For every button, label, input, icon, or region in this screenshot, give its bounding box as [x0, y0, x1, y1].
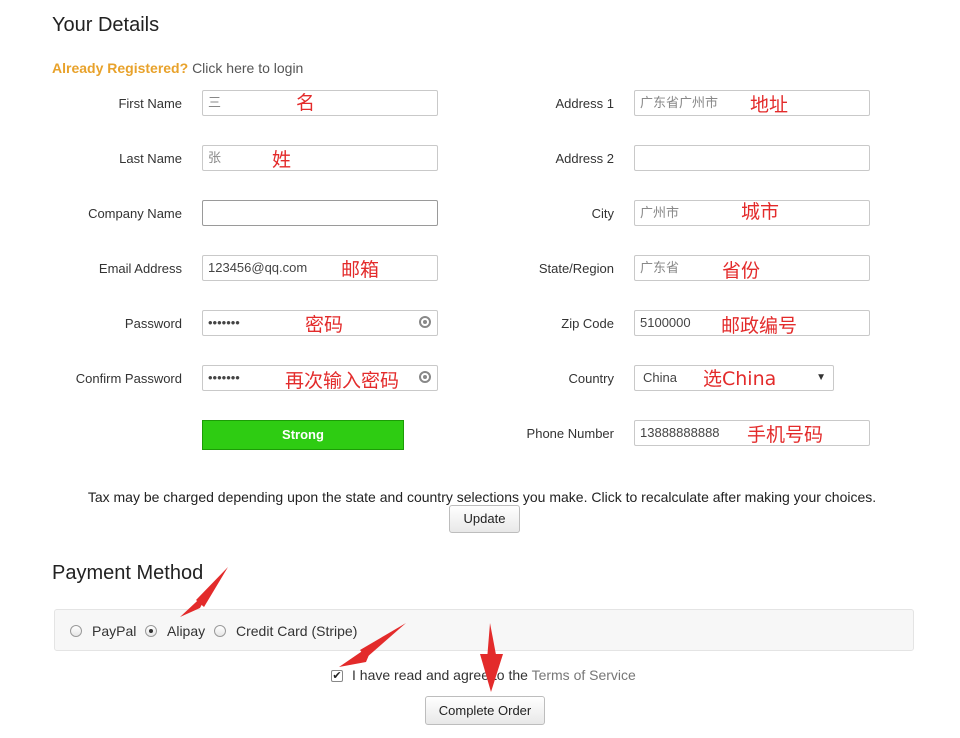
city-label: City [591, 206, 614, 221]
radio-alipay[interactable] [145, 625, 157, 637]
login-link[interactable]: Click here to login [192, 60, 303, 76]
address2-input[interactable] [634, 145, 870, 171]
last-name-annotation: 姓 [272, 149, 292, 171]
address2-label: Address 2 [555, 151, 614, 166]
password-annotation: 密码 [305, 314, 344, 336]
password-reveal-icon[interactable] [419, 316, 431, 328]
first-name-annotation: 名 [296, 92, 316, 114]
terms-text: I have read and agree to the [352, 667, 528, 683]
first-name-value: 三 [208, 95, 222, 110]
last-name-label: Last Name [119, 151, 182, 166]
address1-value: 广东省广州市 [640, 95, 719, 110]
last-name-value: 张 [208, 150, 222, 165]
radio-paypal[interactable] [70, 625, 82, 637]
phone-label: Phone Number [526, 426, 614, 441]
email-annotation: 邮箱 [341, 259, 380, 281]
section-title-payment: Payment Method [52, 562, 204, 584]
address1-label: Address 1 [555, 96, 614, 111]
confirm-password-value: ••••••• [208, 370, 240, 385]
state-label: State/Region [538, 261, 614, 276]
country-value: China [643, 370, 677, 385]
confirm-password-label: Confirm Password [75, 371, 182, 386]
state-value: 广东省 [640, 260, 680, 275]
last-name-input[interactable]: 张 [202, 145, 438, 171]
first-name-input[interactable]: 三 [202, 90, 438, 116]
phone-value: 13888888888 [640, 425, 720, 440]
radio-credit-card[interactable] [214, 625, 226, 637]
terms-statement: I have read and agree to the Terms of Se… [352, 667, 636, 683]
confirm-password-reveal-icon[interactable] [419, 371, 431, 383]
payment-option-paypal[interactable]: PayPal [92, 623, 136, 639]
update-button[interactable]: Update [449, 505, 520, 533]
section-title-details: Your Details [52, 14, 160, 36]
email-value: 123456@qq.com [208, 260, 308, 275]
state-annotation: 省份 [722, 260, 761, 282]
city-annotation: 城市 [741, 201, 780, 223]
email-label: Email Address [98, 261, 182, 276]
payment-option-alipay[interactable]: Alipay [167, 623, 205, 639]
address1-annotation: 地址 [750, 94, 789, 116]
complete-order-button[interactable]: Complete Order [425, 696, 545, 725]
email-input[interactable]: 123456@qq.com [202, 255, 438, 281]
country-label: Country [568, 371, 614, 386]
zip-annotation: 邮政编号 [721, 315, 798, 337]
city-value: 广州市 [640, 205, 680, 220]
company-name-label: Company Name [88, 206, 182, 221]
login-prompt: Already Registered? Click here to login [52, 60, 303, 76]
chevron-down-icon: ▼ [816, 372, 826, 383]
tax-notice: Tax may be charged depending upon the st… [87, 489, 877, 505]
confirm-password-annotation: 再次输入密码 [285, 370, 400, 392]
password-strength-indicator: Strong [202, 420, 404, 450]
phone-annotation: 手机号码 [747, 424, 824, 446]
payment-option-credit-card[interactable]: Credit Card (Stripe) [236, 623, 357, 639]
country-annotation: 选China [703, 368, 777, 390]
company-name-input[interactable] [202, 200, 438, 226]
zip-value: 5100000 [640, 315, 691, 330]
payment-options-box: PayPal Alipay Credit Card (Stripe) [54, 609, 914, 651]
zip-label: Zip Code [561, 316, 614, 331]
already-registered-label: Already Registered? [52, 60, 189, 76]
password-value: ••••••• [208, 315, 240, 330]
terms-link[interactable]: Terms of Service [532, 667, 636, 683]
terms-checkbox[interactable]: ✔ [331, 670, 343, 682]
password-label: Password [124, 316, 182, 331]
first-name-label: First Name [118, 96, 182, 111]
